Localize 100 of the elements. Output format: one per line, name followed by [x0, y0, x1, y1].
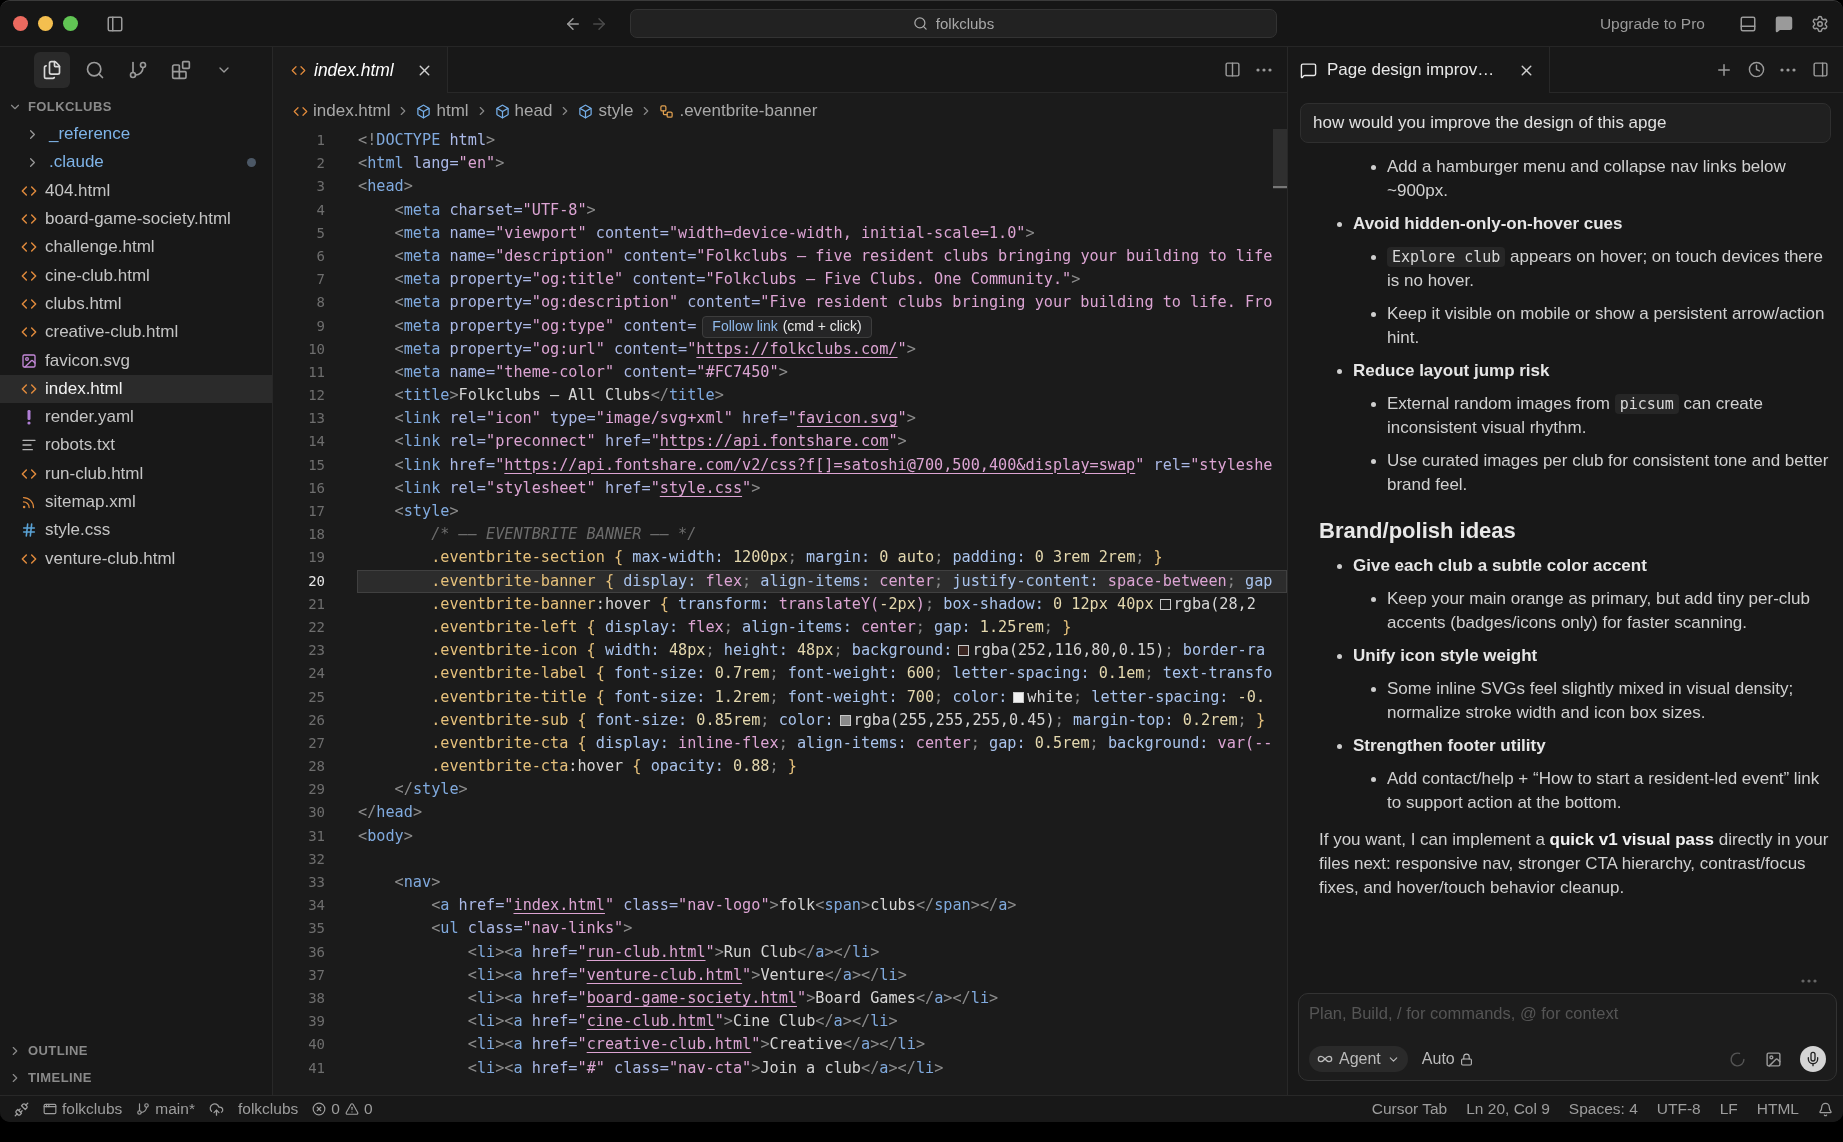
- breadcrumb[interactable]: .eventbrite-banner: [659, 101, 818, 121]
- status-item[interactable]: UTF-8: [1656, 1100, 1701, 1118]
- rss-icon: [21, 494, 36, 510]
- minimize-window-button[interactable]: [38, 16, 53, 31]
- code-line: <li><a href="cine-club.html">Cine Club</a></li>: [466, 1011, 899, 1033]
- voice-button[interactable]: [1800, 1046, 1826, 1072]
- code-link[interactable]: https://folkclubs.com/: [696, 339, 898, 358]
- code-link[interactable]: https://api.fontshare.com/v2/css?f[]=satoshi@700,500,400&display=swap: [504, 455, 1136, 474]
- code-link[interactable]: creative-club.html: [586, 1035, 752, 1054]
- project-status[interactable]: folkclubs: [237, 1100, 299, 1118]
- model-selector[interactable]: Auto: [1421, 1050, 1473, 1068]
- close-window-button[interactable]: [13, 16, 28, 31]
- status-item[interactable]: Ln 20, Col 9: [1466, 1100, 1550, 1118]
- workspace-status[interactable]: folkclubs: [43, 1100, 123, 1118]
- code-link[interactable]: venture-club.html: [586, 965, 743, 984]
- bullet-text: Some inline SVGs feel slightly mixed in visual density; normalize stroke width and icon box sizes.: [1387, 678, 1795, 724]
- code-link[interactable]: run-club.html: [586, 942, 706, 961]
- blocks-icon: [171, 60, 191, 80]
- window-icon: [43, 1102, 57, 1116]
- code-link[interactable]: cine-club.html: [586, 1012, 715, 1031]
- spinner-icon: [1729, 1050, 1746, 1068]
- section-header[interactable]: TIMELINE: [0, 1064, 272, 1091]
- code-link[interactable]: favicon.svg: [796, 409, 898, 428]
- folder-tree-item[interactable]: .claude: [0, 148, 272, 177]
- bullet-icon: [1371, 165, 1376, 170]
- file-tree-item[interactable]: favicon.svg: [0, 346, 272, 375]
- code-line: .eventbrite-banner:hover { transform: translateY(-2px); box-shadow: 0 12px 40px rgba(28,2: [430, 593, 1257, 615]
- line-number: 16: [307, 478, 325, 498]
- code-line: .eventbrite-title { font-size: 1.2rem; font-weight: 700; color: white; letter-spacing: -0.: [430, 686, 1267, 708]
- warning-icon: [344, 1102, 359, 1116]
- scrollbar-thumb[interactable]: [1273, 129, 1287, 189]
- code-line: .eventbrite-section { max-width: 1200px; margin: 0 auto; padding: 0 3rem 2rem; }: [430, 547, 1164, 569]
- status-item[interactable]: HTML: [1756, 1100, 1799, 1118]
- chat-bubble-icon: [1775, 14, 1793, 33]
- code-line: <head>: [357, 176, 414, 198]
- problems-status[interactable]: 0 0: [312, 1100, 373, 1118]
- branch-status[interactable]: main*: [136, 1100, 195, 1118]
- section-header[interactable]: FOLKCLUBS: [0, 93, 272, 120]
- mode-dropdown[interactable]: Agent: [1309, 1046, 1408, 1072]
- file-tree-item[interactable]: run-club.html: [0, 459, 272, 488]
- chat-tab[interactable]: Page design improv…: [1288, 47, 1551, 93]
- line-number: 22: [307, 617, 325, 637]
- file-tree-item[interactable]: render.yaml: [0, 402, 272, 432]
- status-item[interactable]: LF: [1719, 1100, 1738, 1118]
- line-number: 33: [307, 873, 325, 892]
- upgrade-link[interactable]: Upgrade to Pro: [1593, 12, 1711, 35]
- chat-composer[interactable]: Plan, Build, / for commands, @ for context Agent Auto: [1298, 993, 1837, 1081]
- activity-button[interactable]: [34, 52, 70, 88]
- file-tree-item[interactable]: robots.txt: [0, 431, 272, 460]
- file-tree-item[interactable]: creative-club.html: [0, 318, 272, 347]
- line-number: 14: [307, 432, 325, 452]
- breadcrumb[interactable]: index.html: [293, 101, 391, 121]
- selector-icon: [659, 103, 675, 119]
- file-tree-item[interactable]: venture-club.html: [0, 544, 272, 573]
- line-number: 38: [307, 988, 325, 1008]
- bullet-icon: [1371, 597, 1376, 602]
- notifications-button[interactable]: [1818, 1101, 1833, 1117]
- code-link[interactable]: index.html: [513, 896, 605, 915]
- file-tree-item[interactable]: clubs.html: [0, 289, 272, 319]
- code-line: <!DOCTYPE html>: [357, 130, 497, 151]
- section-heading: Brand/polish ideas: [1319, 518, 1517, 544]
- breadcrumb[interactable]: html: [416, 101, 469, 121]
- plug-icon: [14, 1101, 29, 1117]
- maximize-window-button[interactable]: [63, 16, 78, 31]
- section-header[interactable]: OUTLINE: [0, 1037, 272, 1064]
- file-tree-item[interactable]: board-game-society.html: [0, 204, 272, 234]
- file-tree-item[interactable]: 404.html: [0, 176, 272, 205]
- file-tree-item[interactable]: challenge.html: [0, 233, 272, 262]
- file-tree-item[interactable]: style.css: [0, 516, 272, 545]
- folder-tree-item[interactable]: _reference: [0, 120, 272, 149]
- file-tree-item[interactable]: index.html: [0, 374, 272, 403]
- code-link[interactable]: style.css: [659, 478, 743, 497]
- code-link[interactable]: https://api.fontshare.com: [659, 432, 889, 451]
- breadcrumb[interactable]: head: [494, 101, 553, 121]
- bullet-icon: [1337, 654, 1342, 659]
- bullet-text: Keep your main orange as primary, but add tiny per-club accents (badges/icons only) for faster scanning.: [1387, 588, 1812, 634]
- line-number: 7: [315, 270, 325, 290]
- breadcrumb[interactable]: style: [578, 101, 634, 121]
- file-tree-item[interactable]: cine-club.html: [0, 261, 272, 290]
- line-number: 24: [307, 664, 325, 684]
- sync-button[interactable]: [208, 1101, 224, 1117]
- line-number: 19: [307, 548, 325, 568]
- code-link[interactable]: board-game-society.html: [586, 988, 797, 1007]
- remote-button[interactable]: [14, 1101, 29, 1117]
- line-number: 35: [307, 919, 325, 939]
- code-line: <meta name="description" content="Folkclubs — five resident clubs bringing your building to life: [393, 245, 1274, 267]
- command-search-field[interactable]: folkclubs: [630, 9, 1277, 38]
- bell-icon: [1818, 1101, 1833, 1117]
- bullet-icon: [1371, 255, 1376, 260]
- bullet-text: Keep it visible on mobile or show a persistent arrow/action hint.: [1387, 303, 1826, 349]
- file-tree-item[interactable]: sitemap.xml: [0, 487, 272, 517]
- bullet-text: Add a hamburger menu and collapse nav links below ~900px.: [1387, 156, 1787, 202]
- editor-tab[interactable]: index.html: [273, 47, 448, 93]
- status-item[interactable]: Spaces: 4: [1568, 1100, 1638, 1118]
- code-line: .eventbrite-sub { font-size: 0.85rem; color: rgba(255,255,255,0.45); margin-top: 0.2rem; }: [430, 709, 1267, 731]
- status-item[interactable]: Cursor Tab: [1371, 1100, 1448, 1118]
- microphone-icon: [1805, 1051, 1821, 1067]
- bullet-icon: [1337, 369, 1342, 374]
- files-icon: [42, 60, 62, 80]
- code-line: <meta property="og:url" content="https://folkclubs.com/">: [393, 338, 917, 360]
